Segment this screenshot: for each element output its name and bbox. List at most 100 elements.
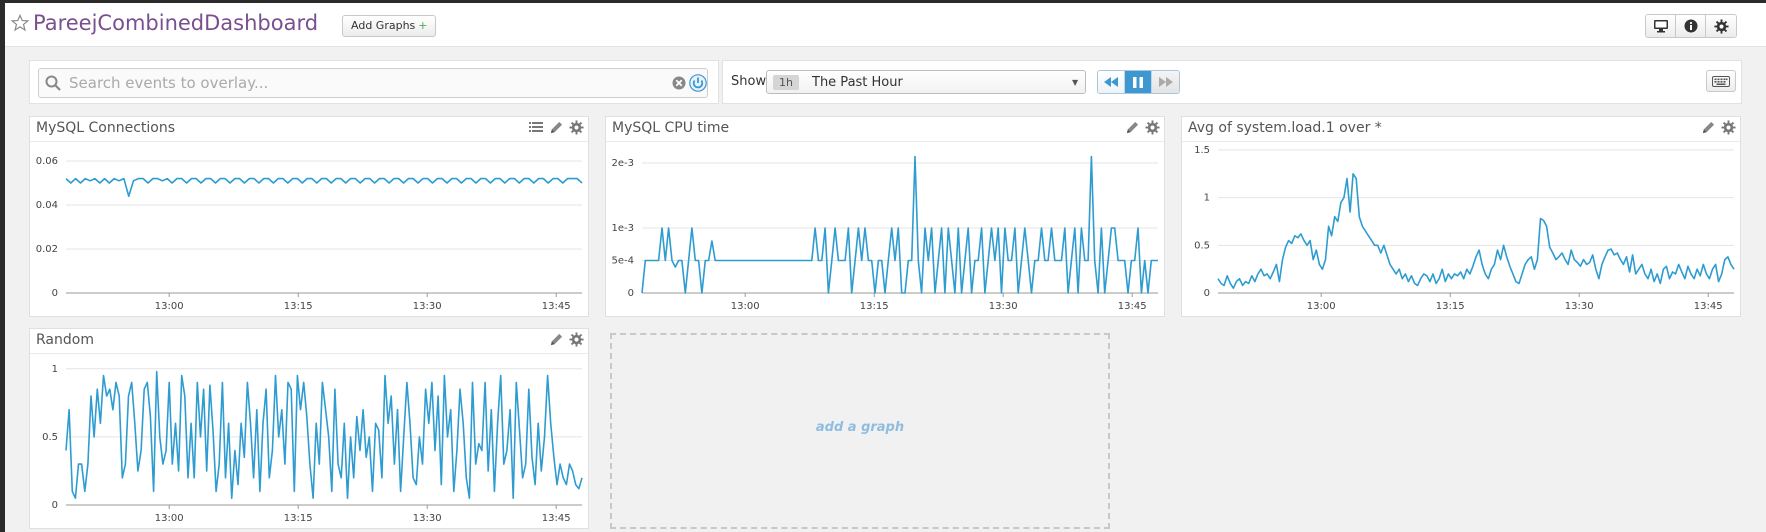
pause-button[interactable] bbox=[1125, 71, 1152, 93]
x-tick-label: 13:15 bbox=[860, 301, 889, 312]
series-line bbox=[641, 155, 1158, 294]
chart-mysql-cpu-time: 0 5e-4 1e-3 2e-3 13:00 13:15 13:30 13:45 bbox=[612, 155, 1158, 312]
pencil-icon[interactable] bbox=[548, 331, 564, 347]
y-tick-label: 0.06 bbox=[36, 156, 58, 167]
x-tick-label: 13:30 bbox=[413, 301, 442, 312]
x-tick-label: 13:45 bbox=[1694, 301, 1723, 312]
playback-controls bbox=[1097, 70, 1180, 94]
y-tick-label: 0.5 bbox=[1194, 240, 1210, 251]
caret-down-icon: ▼ bbox=[1072, 78, 1079, 87]
add-graphs-button[interactable]: Add Graphs + bbox=[342, 15, 437, 37]
gear-icon[interactable] bbox=[1720, 119, 1736, 135]
chart-mysql-connections: 0 0.02 0.04 0.06 13:00 13:15 13:30 13:45 bbox=[36, 156, 583, 312]
info-button[interactable] bbox=[1676, 15, 1706, 37]
search-input[interactable] bbox=[69, 72, 639, 94]
star-icon[interactable] bbox=[11, 14, 29, 32]
gear-icon bbox=[1713, 18, 1729, 34]
fast-forward-button[interactable] bbox=[1152, 71, 1179, 93]
header-button-group bbox=[1645, 14, 1737, 38]
dashboard-header: PareejCombinedDashboard Add Graphs + bbox=[5, 3, 1766, 47]
chart-random: 0 0.5 1 13:00 13:15 13:30 13:45 bbox=[42, 364, 583, 524]
pause-icon bbox=[1133, 76, 1143, 88]
pencil-icon[interactable] bbox=[1124, 119, 1140, 135]
search-box bbox=[38, 68, 708, 98]
y-tick-label: 0.02 bbox=[36, 244, 58, 255]
widget-random: Random 0 0.5 1 13:00 13:15 13:30 13:45 bbox=[29, 328, 589, 529]
chart-area: 0 5e-4 1e-3 2e-3 13:00 13:15 13:30 13:45 bbox=[606, 141, 1164, 316]
y-tick-label: 1 bbox=[52, 364, 58, 375]
gear-icon[interactable] bbox=[1144, 119, 1160, 135]
widget-avg-system-load: Avg of system.load.1 over * 0 0.5 1 1.5 13:0… bbox=[1181, 116, 1741, 317]
series-line bbox=[65, 370, 583, 499]
widget-title: Avg of system.load.1 over * bbox=[1188, 120, 1382, 136]
info-icon bbox=[1684, 19, 1697, 33]
x-tick-label: 13:15 bbox=[1436, 301, 1465, 312]
settings-button[interactable] bbox=[1706, 15, 1736, 37]
x-tick-label: 13:00 bbox=[1307, 301, 1336, 312]
y-tick-label: 0.04 bbox=[36, 200, 58, 211]
series-line bbox=[1217, 172, 1735, 289]
x-tick-label: 13:45 bbox=[542, 513, 571, 524]
x-tick-label: 13:15 bbox=[284, 301, 313, 312]
widget-title: MySQL Connections bbox=[36, 120, 176, 136]
gear-icon[interactable] bbox=[568, 331, 584, 347]
add-graphs-label: Add Graphs bbox=[351, 19, 416, 32]
y-tick-label: 2e-3 bbox=[612, 158, 635, 169]
widget-title: Random bbox=[36, 332, 94, 348]
y-tick-label: 1e-3 bbox=[612, 223, 635, 234]
timeframe-value: The Past Hour bbox=[812, 75, 903, 90]
gear-icon[interactable] bbox=[568, 119, 584, 135]
search-icon bbox=[45, 75, 61, 91]
y-tick-label: 1 bbox=[1204, 193, 1210, 204]
keyboard-icon bbox=[1712, 75, 1730, 87]
y-tick-label: 0 bbox=[628, 288, 634, 299]
x-tick-label: 13:30 bbox=[413, 513, 442, 524]
plus-icon: + bbox=[418, 19, 428, 32]
chart-area: 0 0.5 1 13:00 13:15 13:30 13:45 bbox=[30, 353, 588, 528]
x-tick-label: 13:45 bbox=[1118, 301, 1147, 312]
dashboard-app: PareejCombinedDashboard Add Graphs+ Show… bbox=[5, 3, 1766, 532]
widget-tools bbox=[528, 119, 584, 135]
timeframe-chip: 1h bbox=[773, 75, 799, 90]
y-tick-label: 0.5 bbox=[42, 432, 58, 443]
pencil-icon[interactable] bbox=[548, 119, 564, 135]
add-graph-label: add a graph bbox=[815, 420, 905, 435]
x-tick-label: 13:30 bbox=[989, 301, 1018, 312]
monitor-icon bbox=[1653, 20, 1668, 33]
show-label: Show bbox=[731, 74, 767, 89]
x-tick-label: 13:30 bbox=[1565, 301, 1594, 312]
tv-mode-button[interactable] bbox=[1646, 15, 1676, 37]
widget-mysql-cpu-time: MySQL CPU time 0 5e-4 1e-3 2e-3 13:00 13:15 13… bbox=[605, 116, 1165, 317]
y-tick-label: 0 bbox=[1204, 288, 1210, 299]
x-tick-label: 13:00 bbox=[731, 301, 760, 312]
x-tick-label: 13:00 bbox=[155, 513, 184, 524]
widget-tools bbox=[1124, 119, 1160, 135]
y-tick-label: 1.5 bbox=[1194, 145, 1210, 156]
dashboard-title: PareejCombinedDashboard bbox=[33, 11, 319, 35]
y-tick-label: 0 bbox=[52, 288, 58, 299]
widget-mysql-connections: MySQL Connections 0 0.02 0.04 0.06 13:00 13:1… bbox=[29, 116, 589, 317]
x-tick-label: 13:15 bbox=[284, 513, 313, 524]
series-line bbox=[65, 177, 583, 198]
power-icon[interactable] bbox=[689, 74, 707, 92]
time-controls-bar: Show 1h The Past Hour ▼ bbox=[722, 60, 1742, 104]
chart-area: 0 0.5 1 1.5 13:00 13:15 13:30 13:45 bbox=[1182, 141, 1740, 316]
clear-icon[interactable] bbox=[672, 76, 686, 90]
widget-tools bbox=[1700, 119, 1736, 135]
list-icon[interactable] bbox=[528, 119, 544, 135]
widget-tools bbox=[548, 331, 584, 347]
timeframe-select[interactable]: 1h The Past Hour ▼ bbox=[766, 70, 1086, 94]
rewind-button[interactable] bbox=[1098, 71, 1125, 93]
fast-forward-icon bbox=[1158, 77, 1173, 87]
rewind-icon bbox=[1104, 77, 1118, 87]
pencil-icon[interactable] bbox=[1700, 119, 1716, 135]
chart-avg-system-load: 0 0.5 1 1.5 13:00 13:15 13:30 13:45 bbox=[1194, 145, 1735, 312]
y-tick-label: 0 bbox=[52, 500, 58, 511]
x-tick-label: 13:45 bbox=[542, 301, 571, 312]
chart-area: 0 0.02 0.04 0.06 13:00 13:15 13:30 13:45 bbox=[30, 141, 588, 316]
add-graph-placeholder[interactable]: add a graph bbox=[610, 333, 1110, 529]
y-tick-label: 5e-4 bbox=[612, 256, 635, 267]
x-tick-label: 13:00 bbox=[155, 301, 184, 312]
keyboard-shortcuts-button[interactable] bbox=[1706, 70, 1736, 92]
event-search-bar bbox=[29, 60, 719, 104]
